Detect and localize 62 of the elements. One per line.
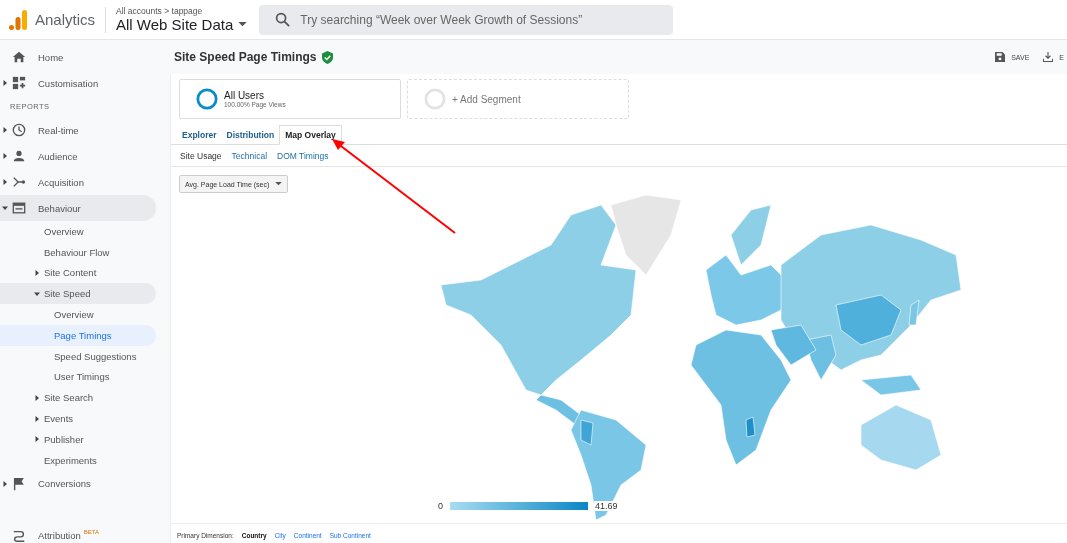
nav-item[interactable]: Events <box>0 408 156 429</box>
dashboard-icon <box>12 76 26 90</box>
route-icon <box>12 528 26 543</box>
nav-item[interactable]: User Timings <box>0 366 156 388</box>
subtab-link[interactable]: DOM Timings <box>272 150 334 161</box>
caret-icon <box>34 394 40 401</box>
caret-icon <box>2 480 8 487</box>
branch-icon <box>12 175 26 189</box>
nav-item[interactable]: Acquisition <box>0 169 156 195</box>
window-icon <box>12 201 26 215</box>
legend-max: 41.69 <box>594 501 619 511</box>
tab[interactable]: Map Overlay <box>279 125 342 145</box>
ring-icon <box>196 88 218 110</box>
nav-item[interactable]: Experiments <box>0 449 156 471</box>
account-breadcrumb[interactable]: All accounts > tappage <box>116 6 248 16</box>
download-icon <box>1043 52 1054 62</box>
nav-item[interactable]: Attribution $^{BETA}$ <box>0 522 156 543</box>
nav-item[interactable]: Page Timings <box>0 325 156 346</box>
bar-chart-logo-icon <box>9 9 27 30</box>
flag-icon <box>12 476 26 491</box>
nav-item[interactable]: Behaviour <box>0 195 156 221</box>
search-field[interactable]: Try searching “Week over Week Growth of Sessions” <box>259 4 674 35</box>
nav-item[interactable]: Site Content <box>0 262 156 284</box>
caret-icon <box>34 436 40 443</box>
caret-icon <box>2 80 8 86</box>
ring-icon <box>424 88 446 110</box>
subtab-link[interactable]: Site Usage <box>175 150 227 161</box>
caret-icon <box>2 127 8 133</box>
nav-item[interactable]: Publisher <box>0 428 156 450</box>
nav-item[interactable]: Home <box>0 44 156 70</box>
nav-item[interactable]: Site Search <box>0 387 156 409</box>
caret-icon <box>34 270 40 276</box>
legend-min: 0 <box>437 501 444 511</box>
subtab-link[interactable]: Technical <box>226 150 273 161</box>
caret-icon <box>34 415 40 422</box>
nav-item[interactable]: Conversions <box>0 470 156 497</box>
nav-item[interactable]: Customisation <box>0 70 156 96</box>
nav-item[interactable]: Overview <box>0 304 156 325</box>
nav-item[interactable]: Audience <box>0 143 156 169</box>
caret-icon <box>34 290 40 297</box>
nav-item[interactable]: Overview <box>0 221 156 242</box>
nav-item[interactable]: Speed Suggestions <box>0 345 156 367</box>
search-icon <box>275 12 291 27</box>
home-icon <box>12 50 26 64</box>
add-segment-card[interactable]: + Add Segment <box>407 79 629 119</box>
nav-item[interactable]: Real-time <box>0 117 156 143</box>
caret-icon <box>2 179 8 185</box>
clock-icon <box>12 123 26 137</box>
tab[interactable]: Explorer <box>177 125 222 144</box>
caret-icon <box>2 205 8 211</box>
tab[interactable]: Distribution <box>221 125 280 144</box>
dropdown-caret-icon <box>275 182 283 186</box>
nav-item[interactable]: Site Speed <box>0 283 156 305</box>
property-selector[interactable]: All Web Site Data <box>116 16 248 33</box>
nav-item[interactable]: Behaviour Flow <box>0 241 156 263</box>
caret-icon <box>2 153 8 159</box>
person-icon <box>12 149 26 163</box>
report-title: Site Speed Page Timings <box>174 50 317 64</box>
dropdown-caret-icon <box>238 22 248 27</box>
segment-name: All Users <box>224 90 265 101</box>
add-segment-label: + Add Segment <box>452 93 521 105</box>
product-name: Analytics <box>35 11 96 28</box>
